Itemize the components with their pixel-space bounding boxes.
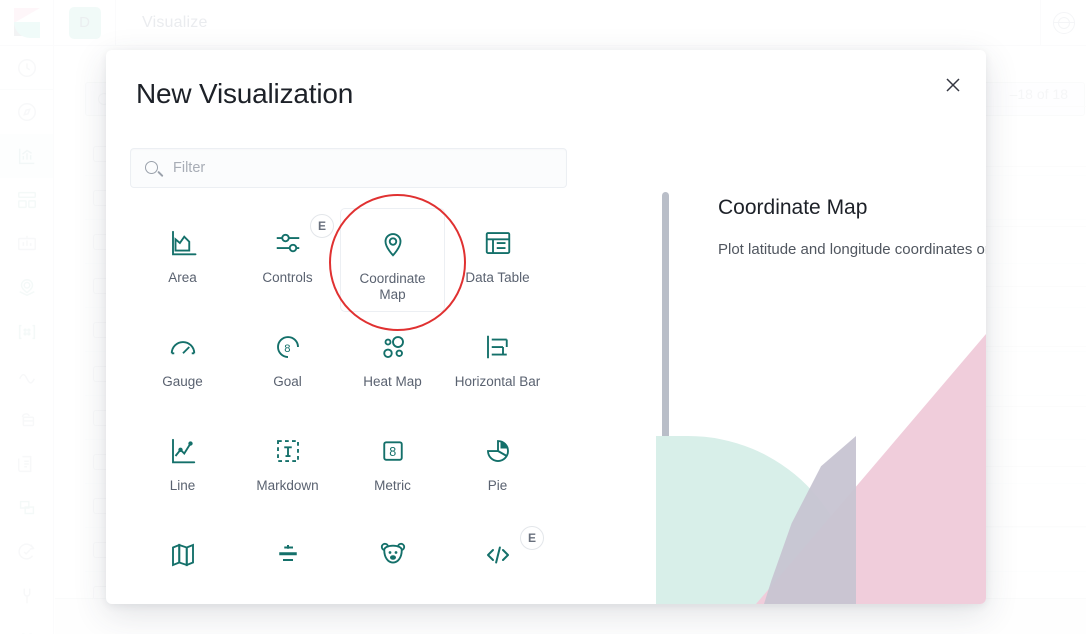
- vis-type-coordinate-map[interactable]: Coordinate Map: [340, 208, 445, 312]
- vis-type-label: Data Table: [465, 270, 530, 285]
- close-button[interactable]: [940, 72, 966, 98]
- filter-field[interactable]: [130, 148, 567, 188]
- detail-description: Plot latitude and longitude coordinates …: [718, 241, 986, 258]
- svg-text:8: 8: [284, 343, 290, 355]
- experimental-badge: E: [310, 214, 334, 238]
- vis-type-label: Metric: [374, 478, 411, 493]
- vis-type-label: Heat Map: [363, 374, 422, 389]
- horizontal-bar-icon: [483, 330, 513, 364]
- timelion-bear-icon: [378, 538, 408, 572]
- visualization-detail-panel: Coordinate Map Plot latitude and longitu…: [718, 196, 986, 263]
- heatmap-dots-icon: [378, 330, 408, 364]
- vis-type-region-map[interactable]: [130, 520, 235, 604]
- vis-type-timelion[interactable]: [340, 520, 445, 604]
- table-icon: [483, 226, 513, 260]
- vis-type-goal[interactable]: 8 Goal: [235, 312, 340, 416]
- visualization-type-grid: Area E Controls Coordinate Map Data Tabl…: [130, 208, 590, 604]
- vega-code-icon: [483, 538, 513, 572]
- new-visualization-modal: New Visualization Area: [106, 50, 986, 604]
- vis-type-data-table[interactable]: Data Table: [445, 208, 550, 312]
- detail-title: Coordinate Map: [718, 196, 868, 219]
- vis-type-gauge[interactable]: Gauge: [130, 312, 235, 416]
- goal-icon: 8: [273, 330, 303, 364]
- vis-type-label: Pie: [487, 478, 508, 493]
- markdown-text-icon: [273, 434, 303, 468]
- vis-type-controls[interactable]: E Controls: [235, 208, 340, 312]
- vis-type-metric[interactable]: 8 Metric: [340, 416, 445, 520]
- decorative-graphic: [656, 284, 986, 604]
- vis-type-area[interactable]: Area: [130, 208, 235, 312]
- svg-text:8: 8: [389, 445, 396, 459]
- screen: D Visualize: [0, 0, 1086, 634]
- vis-type-label: Coordinate Map: [359, 271, 426, 302]
- vis-type-label: Gauge: [162, 374, 203, 389]
- vis-type-label: Controls: [262, 270, 313, 285]
- vis-type-label: Goal: [273, 374, 302, 389]
- vis-type-label: Markdown: [256, 478, 319, 493]
- tag-cloud-icon: [273, 538, 303, 572]
- modal-title: New Visualization: [136, 78, 354, 109]
- gauge-icon: [168, 330, 198, 364]
- map-marker-icon: [378, 227, 408, 261]
- vis-type-line[interactable]: Line: [130, 416, 235, 520]
- vis-type-pie[interactable]: Pie: [445, 416, 550, 520]
- region-map-icon: [168, 538, 198, 572]
- sliders-icon: [273, 226, 303, 260]
- line-chart-icon: [168, 434, 198, 468]
- vis-type-label: Area: [168, 270, 197, 285]
- vis-type-vega[interactable]: E: [445, 520, 550, 604]
- search-input[interactable]: [173, 149, 556, 187]
- vis-type-horizontal-bar[interactable]: Horizontal Bar: [445, 312, 550, 416]
- experimental-badge: E: [520, 526, 544, 550]
- visualization-picker: Area E Controls Coordinate Map: [130, 148, 676, 604]
- close-icon: [946, 78, 960, 92]
- vis-type-markdown[interactable]: Markdown: [235, 416, 340, 520]
- search-icon: [145, 161, 158, 174]
- vis-type-label: Horizontal Bar: [454, 374, 541, 389]
- vis-type-label: Line: [169, 478, 196, 493]
- area-chart-icon: [168, 226, 198, 260]
- vis-type-tag-cloud[interactable]: [235, 520, 340, 604]
- metric-number-icon: 8: [378, 434, 408, 468]
- vis-type-heat-map[interactable]: Heat Map: [340, 312, 445, 416]
- pie-chart-icon: [483, 434, 513, 468]
